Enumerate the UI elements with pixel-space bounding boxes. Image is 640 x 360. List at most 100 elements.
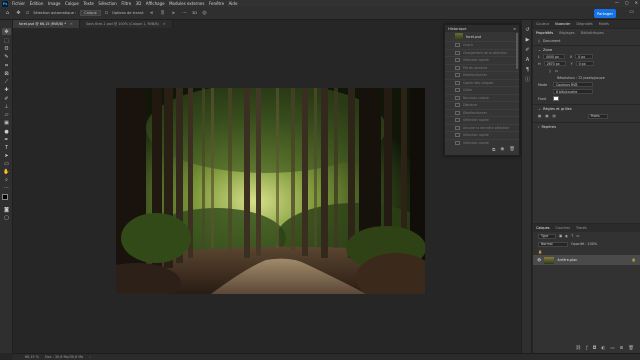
history-snapshot[interactable]: foret.psd (445, 32, 519, 41)
height-field[interactable]: 2670 px (543, 61, 566, 66)
x-field[interactable]: 0 px (575, 54, 594, 59)
path-select-tool-icon[interactable]: ➤ (2, 152, 11, 159)
pen-tool-icon[interactable]: ✒ (2, 136, 11, 143)
menu-window[interactable]: Fenêtre (209, 1, 224, 6)
type-tool-icon[interactable]: T (2, 144, 11, 151)
zoom-level[interactable]: 66,15 % (25, 355, 39, 359)
tab-layers[interactable]: Calques (536, 226, 550, 230)
screen-mode-icon[interactable]: ▢ (2, 214, 11, 221)
menu-layer[interactable]: Calque (65, 1, 79, 6)
info-panel-icon[interactable]: ⓘ (524, 76, 531, 83)
home-icon[interactable]: ⌂ (4, 10, 11, 17)
history-item[interactable]: Ouvrir (445, 41, 519, 49)
character-panel-icon[interactable]: A (524, 56, 531, 63)
dodge-tool-icon[interactable]: ● (2, 128, 11, 135)
history-item[interactable]: Pot de peinture (445, 63, 519, 72)
history-item[interactable]: Désélectionner (445, 71, 519, 79)
gradient-tool-icon[interactable]: ▣ (2, 119, 11, 126)
history-panel-icon[interactable]: ↺ (524, 26, 531, 33)
tab-patterns[interactable]: Motifs (599, 22, 609, 26)
history-item[interactable]: Sélection rapide (445, 56, 519, 64)
history-item[interactable]: Sélection rapide (445, 131, 519, 139)
panel-menu-icon[interactable]: ▭ (629, 9, 634, 15)
more-tools-icon[interactable]: ⋯ (2, 184, 11, 191)
y-field[interactable]: 0 px (575, 61, 594, 66)
menu-filter[interactable]: Filtre (121, 1, 131, 6)
frame-tool-icon[interactable]: ⊠ (2, 70, 11, 77)
width-field[interactable]: 4000 px (542, 54, 565, 59)
marquee-tool-icon[interactable]: ⬚ (2, 37, 11, 44)
auto-select-dropdown[interactable]: Calque (80, 10, 101, 16)
forest-photo[interactable] (116, 88, 425, 294)
fx-icon[interactable]: ƒ (586, 346, 588, 351)
guides-section-header[interactable]: › Repères (533, 123, 640, 130)
minimize-icon[interactable]: — (615, 0, 619, 5)
move-tool-preset-icon[interactable]: ✥ (15, 10, 22, 17)
history-item[interactable]: Déplacer (445, 101, 519, 109)
layer-kind-filter[interactable]: Type (538, 233, 556, 239)
actions-panel-icon[interactable]: ▶ (524, 36, 531, 43)
link-icon[interactable]: ⛓ (575, 346, 581, 351)
trash-icon[interactable]: 🗑 (509, 147, 515, 153)
eraser-tool-icon[interactable]: ▱ (2, 111, 11, 118)
close-icon[interactable]: ✕ (635, 0, 638, 5)
menu-type[interactable]: Texte (83, 1, 94, 6)
heal-tool-icon[interactable]: ✚ (2, 86, 11, 93)
tab-color[interactable]: Couleur (536, 22, 549, 26)
lasso-tool-icon[interactable]: ʘ (2, 45, 11, 52)
paragraph-panel-icon[interactable]: ¶ (524, 66, 531, 73)
tab-untitled[interactable]: Sans titre-1 psd @ 100% (Calque 1, RVB/8… (79, 20, 173, 28)
history-item[interactable]: Sélection rapide (445, 138, 519, 147)
align-left-icon[interactable]: ⫷ (148, 10, 155, 17)
foreground-color-swatch[interactable] (2, 194, 8, 200)
menu-plugins[interactable]: Modules externes (169, 1, 204, 6)
new-document-from-state-icon[interactable]: ⧉ (492, 147, 495, 153)
quick-mask-icon[interactable]: ◙ (2, 206, 11, 213)
history-scrollbar[interactable] (516, 33, 518, 69)
depth-select[interactable]: 8 bits/couche (553, 89, 593, 94)
align-right-icon[interactable]: ⫸ (170, 10, 177, 17)
grid-icon[interactable]: ▦ (545, 114, 548, 118)
visibility-eye-icon[interactable]: 👁 (537, 258, 541, 262)
camera-snapshot-icon[interactable]: ◉ (500, 147, 504, 153)
doc-size[interactable]: Doc : 30,6 Mo/30,6 Mo (45, 355, 83, 359)
menu-help[interactable]: Aide (229, 1, 238, 6)
share-button[interactable]: Partager (594, 9, 616, 18)
menu-view[interactable]: Affichage (146, 1, 165, 6)
tab-gradients[interactable]: Dégradés (576, 22, 592, 26)
filter-type-icon[interactable]: T (571, 234, 573, 238)
trash-icon[interactable]: 🗑 (628, 346, 634, 351)
more-options-icon[interactable]: ⋯ (181, 10, 188, 17)
history-item[interactable]: Annuler la dernière sélection (445, 123, 519, 132)
canvas-section-header[interactable]: ⌄ Zone (533, 46, 640, 53)
panel-menu-icon[interactable]: ≡ (513, 27, 516, 31)
folder-icon[interactable]: ▭ (610, 346, 614, 351)
tab-swatches[interactable]: Nuancier (555, 22, 570, 26)
units-select[interactable]: Pixels (587, 113, 608, 119)
maximize-icon[interactable]: ▢ (625, 0, 629, 5)
lock-icon[interactable]: 🔒 (538, 250, 542, 254)
close-tab-icon[interactable]: ✕ (163, 22, 166, 26)
new-layer-icon[interactable]: ⊞ (620, 346, 624, 351)
mask-icon[interactable]: ◘ (593, 346, 597, 351)
history-item[interactable]: Nouveau calque (445, 93, 519, 102)
opacity-field[interactable]: Opacité : 100% (571, 242, 597, 246)
shape-tool-icon[interactable]: ▭ (2, 160, 11, 167)
menu-select[interactable]: Sélection (98, 1, 116, 6)
orbit-icon[interactable]: ◎ (201, 10, 208, 17)
move-tool-icon[interactable]: ✥ (2, 28, 11, 35)
mode-select[interactable]: Couleurs RVB (553, 82, 593, 87)
tab-foret[interactable]: foret.psd @ 66,15 (RVB/8) * ✕ (13, 20, 80, 28)
zoom-tool-icon[interactable]: ⌕ (2, 176, 11, 183)
menu-edit[interactable]: Édition (30, 1, 44, 6)
rulers-section-header[interactable]: ⌄ Règles et grilles (533, 105, 640, 112)
menu-file[interactable]: Fichier (12, 1, 25, 6)
tab-channels[interactable]: Couches (556, 226, 570, 230)
history-item[interactable]: Sélection rapide (445, 116, 519, 124)
filter-pixel-icon[interactable]: ▣ (559, 234, 562, 238)
tab-properties[interactable]: Propriétés (536, 31, 553, 35)
transform-controls-checkbox[interactable]: ☐ (105, 11, 108, 15)
layer-row[interactable]: 👁 Arrière-plan 🔒 (533, 255, 640, 265)
align-center-icon[interactable]: ⫼ (159, 10, 166, 17)
history-item[interactable]: Coller (445, 86, 519, 94)
